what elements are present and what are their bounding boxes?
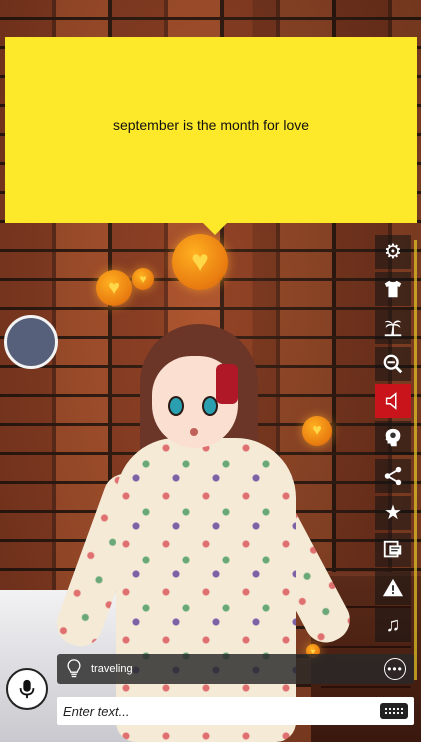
gear-icon: ⚙ <box>384 241 402 263</box>
scene-button[interactable] <box>375 309 411 344</box>
outfit-button[interactable] <box>375 272 411 307</box>
settings-button[interactable]: ⚙ <box>375 235 411 269</box>
sound-button[interactable] <box>375 384 411 419</box>
microphone-icon <box>19 679 35 699</box>
chat-input[interactable] <box>57 703 380 719</box>
zoom-out-icon <box>383 354 403 374</box>
speech-bubble: september is the month for love <box>5 37 417 235</box>
mind-button[interactable] <box>375 421 411 456</box>
topic-suggestion-bar[interactable]: traveling ••• <box>57 654 414 684</box>
character-left-eye <box>168 396 184 416</box>
heart-bubble-icon: ♥ <box>132 268 154 290</box>
heart-bubble-icon: ♥ <box>96 270 132 306</box>
right-toolbar: ⚙ ★ ♫ <box>375 235 411 645</box>
shirt-icon <box>384 281 402 298</box>
share-icon <box>384 466 402 485</box>
speaker-muted-icon <box>385 392 397 411</box>
chat-log-button[interactable] <box>375 533 411 568</box>
head-brain-icon <box>385 429 401 447</box>
keyboard-icon[interactable] <box>380 703 408 719</box>
report-button[interactable] <box>375 570 411 605</box>
chat-input-field[interactable] <box>57 697 414 725</box>
ellipsis-icon[interactable]: ••• <box>384 658 406 680</box>
share-button[interactable] <box>375 458 411 493</box>
zoom-out-button[interactable] <box>375 346 411 381</box>
star-icon: ★ <box>384 502 402 525</box>
chat-log-icon <box>383 541 402 558</box>
hair-bow <box>216 364 238 404</box>
lightbulb-icon <box>63 659 85 679</box>
music-note-icon: ♫ <box>385 613 401 636</box>
favorite-button[interactable]: ★ <box>375 496 411 531</box>
suggestion-text: traveling <box>91 663 133 675</box>
character-mouth <box>190 428 198 436</box>
toolbar-scroll-track[interactable] <box>414 240 417 680</box>
warning-icon <box>382 578 404 596</box>
microphone-button[interactable] <box>6 668 48 710</box>
palm-tree-icon <box>384 320 402 336</box>
heart-bubble-icon: ♥ <box>172 234 228 290</box>
speech-text: september is the month for love <box>112 117 310 133</box>
movement-joystick[interactable] <box>4 315 58 369</box>
music-button[interactable]: ♫ <box>375 607 411 642</box>
heart-bubble-icon: ♥ <box>302 416 332 446</box>
